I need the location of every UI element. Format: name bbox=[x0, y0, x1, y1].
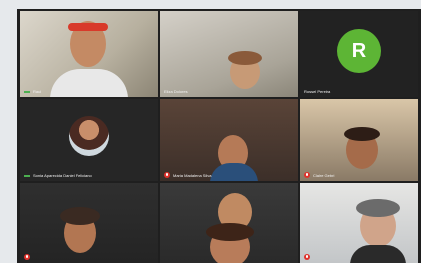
video-tile-sonia[interactable]: Sonia Aparecida Daniel Feliciano bbox=[20, 99, 158, 181]
profile-photo bbox=[69, 116, 109, 156]
audio-level-icon bbox=[24, 90, 30, 93]
shirt bbox=[350, 245, 406, 263]
hair bbox=[206, 223, 254, 241]
muted-mic-icon bbox=[304, 172, 310, 178]
video-tile-8[interactable] bbox=[160, 183, 298, 263]
participant-name-label: Rossel Pereira bbox=[304, 89, 331, 94]
participant-name-label: Maria Madalena Silva bbox=[164, 172, 211, 178]
muted-mic-icon bbox=[24, 254, 30, 260]
shirt bbox=[210, 163, 258, 181]
video-tile-claire[interactable]: Claire Gebri bbox=[300, 99, 418, 181]
participant-name-label: Claire Gebri bbox=[304, 172, 334, 178]
video-tile-7[interactable] bbox=[20, 183, 158, 263]
participant-name-label bbox=[24, 254, 33, 260]
participant-name-label: Raul bbox=[24, 89, 41, 94]
video-tile-eliza[interactable]: Eliza Dolores bbox=[160, 11, 298, 97]
muted-mic-icon bbox=[164, 172, 170, 178]
shirt bbox=[50, 69, 128, 97]
video-tile-raul[interactable]: Raul bbox=[20, 11, 158, 97]
avatar: R bbox=[337, 29, 381, 73]
video-tile-9[interactable] bbox=[300, 183, 418, 263]
participant-name-label: Sonia Aparecida Daniel Feliciano bbox=[24, 173, 92, 178]
video-tile-maria[interactable]: Maria Madalena Silva bbox=[160, 99, 298, 181]
hair bbox=[60, 207, 100, 225]
audio-level-icon bbox=[24, 174, 30, 177]
video-tile-rossel[interactable]: R Rossel Pereira bbox=[300, 11, 418, 97]
headband bbox=[68, 23, 108, 31]
zoom-gallery-view: Raul Eliza Dolores R Rossel Pereira Soni… bbox=[17, 9, 421, 263]
hair bbox=[356, 199, 400, 217]
hair bbox=[228, 51, 262, 65]
participant-name-label bbox=[304, 254, 313, 260]
hair bbox=[344, 127, 380, 141]
muted-mic-icon bbox=[304, 254, 310, 260]
participant-name-label: Eliza Dolores bbox=[164, 89, 188, 94]
